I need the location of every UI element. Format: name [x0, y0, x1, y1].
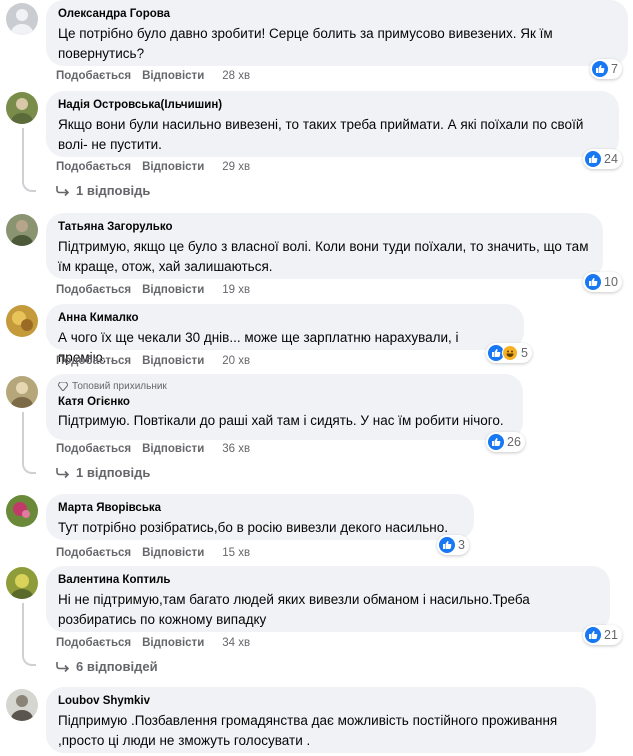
replies-count-label: 1 відповідь: [76, 465, 151, 480]
comment-text: Ні не підтримую,там багато людей яких ви…: [58, 592, 530, 627]
avatar[interactable]: [6, 567, 38, 599]
like-button[interactable]: Подобається: [56, 161, 131, 173]
comment-author[interactable]: Надія Островська(Ільчишин): [58, 98, 607, 113]
reaction-count[interactable]: 10: [583, 272, 622, 292]
reply-button[interactable]: Відповісти: [142, 637, 204, 649]
like-button[interactable]: Подобається: [56, 547, 131, 559]
comment-text: Підтримую, якщо це було з власної волі. …: [58, 239, 589, 274]
reaction-count[interactable]: 5: [486, 343, 532, 363]
thread-line: [22, 180, 36, 192]
comment-text: Якщо вони були насильно вивезені, то так…: [58, 117, 584, 152]
haha-reaction-icon: [502, 345, 518, 361]
like-button[interactable]: Подобається: [56, 443, 131, 455]
replies-count-label: 1 відповідь: [76, 183, 151, 198]
comment-actions: Подобається Відповісти 28 хв: [56, 70, 250, 82]
reaction-count-number: 10: [604, 275, 618, 289]
view-replies-button[interactable]: 1 відповідь: [56, 465, 150, 480]
top-fan-badge[interactable]: Топовий прихильник: [58, 381, 511, 392]
comment-author[interactable]: Валентина Коптиль: [58, 573, 598, 588]
reply-arrow-icon: [56, 661, 70, 672]
comment-actions: Подобається Відповісти 15 хв: [56, 547, 250, 559]
reply-arrow-icon: [56, 467, 70, 478]
reply-button[interactable]: Відповісти: [142, 70, 204, 82]
comment-author[interactable]: Loubov Shymkiv: [58, 694, 584, 709]
thread-line: [22, 603, 24, 656]
reply-button[interactable]: Відповісти: [142, 284, 204, 296]
comment-timestamp[interactable]: 34 хв: [222, 637, 250, 649]
like-reaction-icon: [439, 537, 455, 553]
thread-line: [22, 412, 24, 464]
like-reaction-icon: [488, 434, 504, 450]
comment-bubble: Марта Яворівська Тут потрібно розібратис…: [46, 494, 474, 540]
thread-line: [22, 128, 24, 182]
comment-timestamp[interactable]: 19 хв: [222, 284, 250, 296]
reaction-count-number: 7: [611, 62, 618, 76]
comment-actions: Подобається Відповісти 19 хв: [56, 284, 250, 296]
comment-bubble: Татьяна Загорулько Підтримую, якщо це бу…: [46, 213, 603, 279]
reply-button[interactable]: Відповісти: [142, 161, 204, 173]
comment-timestamp[interactable]: 28 хв: [222, 70, 250, 82]
view-replies-button[interactable]: 6 відповідей: [56, 659, 158, 674]
comment-bubble: Валентина Коптиль Ні не підтримую,там ба…: [46, 566, 610, 632]
replies-count-label: 6 відповідей: [76, 659, 158, 674]
view-replies-button[interactable]: 1 відповідь: [56, 183, 150, 198]
reaction-count-number: 5: [521, 346, 528, 360]
like-button[interactable]: Подобається: [56, 637, 131, 649]
comment-timestamp[interactable]: 20 хв: [222, 355, 250, 367]
comment-actions: Подобається Відповісти 20 хв: [56, 355, 250, 367]
reply-button[interactable]: Відповісти: [142, 355, 204, 367]
comment-author[interactable]: Татьяна Загорулько: [58, 220, 591, 235]
like-reaction-icon: [585, 151, 601, 167]
reply-button[interactable]: Відповісти: [142, 443, 204, 455]
comment-actions: Подобається Відповісти 29 хв: [56, 161, 250, 173]
comment-timestamp[interactable]: 15 хв: [222, 547, 250, 559]
like-button[interactable]: Подобається: [56, 70, 131, 82]
comment-timestamp[interactable]: 29 хв: [222, 161, 250, 173]
badge-label: Топовий прихильник: [72, 381, 167, 392]
comment-actions: Подобається Відповісти 34 хв: [56, 637, 250, 649]
reaction-count-number: 24: [604, 152, 618, 166]
like-button[interactable]: Подобається: [56, 355, 131, 367]
comment-author[interactable]: Анна Кималко: [58, 311, 512, 326]
comment-author[interactable]: Марта Яворівська: [58, 501, 462, 516]
like-reaction-icon: [592, 61, 608, 77]
reaction-count[interactable]: 24: [583, 149, 622, 169]
thread-line: [22, 462, 36, 474]
like-button[interactable]: Подобається: [56, 284, 131, 296]
avatar[interactable]: [6, 305, 38, 337]
comment-actions: Подобається Відповісти 36 хв: [56, 443, 250, 455]
reaction-count-number: 21: [604, 628, 618, 642]
reaction-count-number: 3: [458, 538, 465, 552]
comment-text: Тут потрібно розібратись,бо в росію виве…: [58, 520, 449, 535]
comment-bubble: Олександра Горова Це потрібно було давно…: [46, 0, 628, 66]
reaction-count[interactable]: 3: [437, 535, 469, 555]
comment-text: Підпримую .Позбавлення громадянства дає …: [58, 713, 558, 748]
avatar[interactable]: [6, 3, 38, 35]
reaction-count[interactable]: 21: [583, 625, 622, 645]
avatar[interactable]: [6, 376, 38, 408]
reply-button[interactable]: Відповісти: [142, 547, 204, 559]
comment-text: Підтримую. Повтікали до раші хай там і с…: [58, 413, 504, 428]
comment-timestamp[interactable]: 36 хв: [222, 443, 250, 455]
avatar[interactable]: [6, 92, 38, 124]
comment-author[interactable]: Олександра Горова: [58, 7, 616, 22]
reaction-count[interactable]: 26: [486, 432, 525, 452]
avatar[interactable]: [6, 214, 38, 246]
comment-bubble: Надія Островська(Ільчишин) Якщо вони бул…: [46, 91, 619, 157]
like-reaction-icon: [585, 627, 601, 643]
reaction-count[interactable]: 7: [590, 59, 622, 79]
avatar[interactable]: [6, 689, 38, 721]
comment-author[interactable]: Катя Огієнко: [58, 395, 511, 410]
reaction-count-number: 26: [507, 435, 521, 449]
comment-bubble: Loubov Shymkiv Підпримую .Позбавлення гр…: [46, 687, 596, 753]
thread-line: [22, 654, 36, 666]
comment-bubble: Топовий прихильник Катя Огієнко Підтриму…: [46, 374, 523, 440]
reply-arrow-icon: [56, 185, 70, 196]
diamond-icon: [58, 382, 68, 391]
avatar[interactable]: [6, 495, 38, 527]
comment-text: Це потрібно було давно зробити! Серце бо…: [58, 26, 553, 61]
comment-bubble: Анна Кималко А чого їх ще чекали 30 днів…: [46, 304, 524, 365]
like-reaction-icon: [585, 274, 601, 290]
